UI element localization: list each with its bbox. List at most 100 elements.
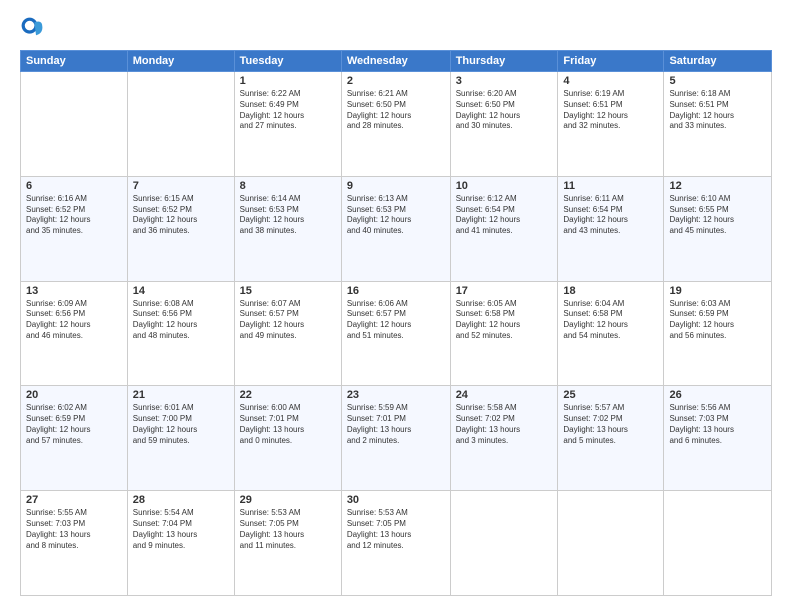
day-number: 9: [347, 180, 445, 192]
logo-icon: [20, 16, 44, 40]
day-number: 29: [240, 494, 336, 506]
calendar-cell: 27 Sunrise: 5:55 AM Sunset: 7:03 PM Dayli…: [21, 491, 128, 596]
calendar-cell: 21 Sunrise: 6:01 AM Sunset: 7:00 PM Dayli…: [127, 386, 234, 491]
day-number: 20: [26, 389, 122, 401]
calendar-cell: 7Sunrise: 6:15 AM Sunset: 6:52 PM Daylig…: [127, 176, 234, 281]
weekday-saturday: Saturday: [664, 51, 772, 72]
calendar-cell: 6 Sunrise: 6:16 AM Sunset: 6:52 PM Daylig…: [21, 176, 128, 281]
day-number: 1: [240, 75, 336, 87]
calendar-cell: 9 Sunrise: 6:13 AM Sunset: 6:53 PM Daylig…: [341, 176, 450, 281]
calendar-cell: 24 Sunrise: 5:58 AM Sunset: 7:02 PM Dayli…: [450, 386, 558, 491]
calendar-cell: 19Sunrise: 6:03 AM Sunset: 6:59 PM Dayli…: [664, 281, 772, 386]
cell-info: Sunrise: 5:55 AM Sunset: 7:03 PM Dayligh…: [26, 508, 122, 551]
day-number: 26: [669, 389, 766, 401]
cell-info: Sunrise: 6:04 AM Sunset: 6:58 PM Dayligh…: [563, 299, 658, 342]
calendar-cell: 29 Sunrise: 5:53 AM Sunset: 7:05 PM Dayli…: [234, 491, 341, 596]
calendar: SundayMondayTuesdayWednesdayThursdayFrid…: [20, 50, 772, 596]
calendar-cell: 12Sunrise: 6:10 AM Sunset: 6:55 PM Dayli…: [664, 176, 772, 281]
day-number: 17: [456, 285, 553, 297]
day-number: 12: [669, 180, 766, 192]
day-number: 10: [456, 180, 553, 192]
calendar-cell: 1 Sunrise: 6:22 AM Sunset: 6:49 PM Daylig…: [234, 72, 341, 177]
cell-info: Sunrise: 5:56 AM Sunset: 7:03 PM Dayligh…: [669, 403, 766, 446]
cell-info: Sunrise: 5:59 AM Sunset: 7:01 PM Dayligh…: [347, 403, 445, 446]
cell-info: Sunrise: 5:54 AM Sunset: 7:04 PM Dayligh…: [133, 508, 229, 551]
cell-info: Sunrise: 6:02 AM Sunset: 6:59 PM Dayligh…: [26, 403, 122, 446]
calendar-cell: 3 Sunrise: 6:20 AM Sunset: 6:50 PM Daylig…: [450, 72, 558, 177]
calendar-cell: 11Sunrise: 6:11 AM Sunset: 6:54 PM Dayli…: [558, 176, 664, 281]
weekday-header-row: SundayMondayTuesdayWednesdayThursdayFrid…: [21, 51, 772, 72]
day-number: 6: [26, 180, 122, 192]
calendar-cell: 18 Sunrise: 6:04 AM Sunset: 6:58 PM Dayli…: [558, 281, 664, 386]
cell-info: Sunrise: 6:08 AM Sunset: 6:56 PM Dayligh…: [133, 299, 229, 342]
weekday-sunday: Sunday: [21, 51, 128, 72]
day-number: 8: [240, 180, 336, 192]
day-number: 11: [563, 180, 658, 192]
cell-info: Sunrise: 6:09 AM Sunset: 6:56 PM Dayligh…: [26, 299, 122, 342]
day-number: 7: [133, 180, 229, 192]
week-row-1: 1 Sunrise: 6:22 AM Sunset: 6:49 PM Daylig…: [21, 72, 772, 177]
cell-info: Sunrise: 6:13 AM Sunset: 6:53 PM Dayligh…: [347, 194, 445, 237]
calendar-cell: 2 Sunrise: 6:21 AM Sunset: 6:50 PM Daylig…: [341, 72, 450, 177]
week-row-3: 13 Sunrise: 6:09 AM Sunset: 6:56 PM Dayli…: [21, 281, 772, 386]
calendar-cell: [450, 491, 558, 596]
day-number: 3: [456, 75, 553, 87]
calendar-cell: 25Sunrise: 5:57 AM Sunset: 7:02 PM Dayli…: [558, 386, 664, 491]
calendar-cell: 22 Sunrise: 6:00 AM Sunset: 7:01 PM Dayli…: [234, 386, 341, 491]
cell-info: Sunrise: 6:19 AM Sunset: 6:51 PM Dayligh…: [563, 89, 658, 132]
cell-info: Sunrise: 6:14 AM Sunset: 6:53 PM Dayligh…: [240, 194, 336, 237]
day-number: 28: [133, 494, 229, 506]
calendar-cell: [21, 72, 128, 177]
day-number: 15: [240, 285, 336, 297]
calendar-cell: 23 Sunrise: 5:59 AM Sunset: 7:01 PM Dayli…: [341, 386, 450, 491]
day-number: 19: [669, 285, 766, 297]
page: SundayMondayTuesdayWednesdayThursdayFrid…: [0, 0, 792, 612]
cell-info: Sunrise: 6:16 AM Sunset: 6:52 PM Dayligh…: [26, 194, 122, 237]
day-number: 16: [347, 285, 445, 297]
calendar-cell: 13 Sunrise: 6:09 AM Sunset: 6:56 PM Dayli…: [21, 281, 128, 386]
day-number: 2: [347, 75, 445, 87]
calendar-cell: 4 Sunrise: 6:19 AM Sunset: 6:51 PM Daylig…: [558, 72, 664, 177]
calendar-cell: 8 Sunrise: 6:14 AM Sunset: 6:53 PM Daylig…: [234, 176, 341, 281]
cell-info: Sunrise: 6:18 AM Sunset: 6:51 PM Dayligh…: [669, 89, 766, 132]
day-number: 21: [133, 389, 229, 401]
day-number: 24: [456, 389, 553, 401]
logo: [20, 16, 48, 40]
day-number: 18: [563, 285, 658, 297]
calendar-cell: [127, 72, 234, 177]
cell-info: Sunrise: 6:12 AM Sunset: 6:54 PM Dayligh…: [456, 194, 553, 237]
cell-info: Sunrise: 5:53 AM Sunset: 7:05 PM Dayligh…: [347, 508, 445, 551]
day-number: 22: [240, 389, 336, 401]
day-number: 27: [26, 494, 122, 506]
calendar-cell: 30 Sunrise: 5:53 AM Sunset: 7:05 PM Dayli…: [341, 491, 450, 596]
calendar-cell: [664, 491, 772, 596]
cell-info: Sunrise: 6:05 AM Sunset: 6:58 PM Dayligh…: [456, 299, 553, 342]
week-row-5: 27 Sunrise: 5:55 AM Sunset: 7:03 PM Dayli…: [21, 491, 772, 596]
day-number: 4: [563, 75, 658, 87]
cell-info: Sunrise: 5:58 AM Sunset: 7:02 PM Dayligh…: [456, 403, 553, 446]
day-number: 30: [347, 494, 445, 506]
calendar-cell: 20 Sunrise: 6:02 AM Sunset: 6:59 PM Dayli…: [21, 386, 128, 491]
cell-info: Sunrise: 5:53 AM Sunset: 7:05 PM Dayligh…: [240, 508, 336, 551]
calendar-cell: 10 Sunrise: 6:12 AM Sunset: 6:54 PM Dayli…: [450, 176, 558, 281]
calendar-cell: 28 Sunrise: 5:54 AM Sunset: 7:04 PM Dayli…: [127, 491, 234, 596]
cell-info: Sunrise: 6:06 AM Sunset: 6:57 PM Dayligh…: [347, 299, 445, 342]
calendar-cell: 14 Sunrise: 6:08 AM Sunset: 6:56 PM Dayli…: [127, 281, 234, 386]
calendar-cell: 5Sunrise: 6:18 AM Sunset: 6:51 PM Daylig…: [664, 72, 772, 177]
day-number: 14: [133, 285, 229, 297]
cell-info: Sunrise: 6:07 AM Sunset: 6:57 PM Dayligh…: [240, 299, 336, 342]
calendar-cell: [558, 491, 664, 596]
cell-info: Sunrise: 6:21 AM Sunset: 6:50 PM Dayligh…: [347, 89, 445, 132]
day-number: 13: [26, 285, 122, 297]
cell-info: Sunrise: 6:01 AM Sunset: 7:00 PM Dayligh…: [133, 403, 229, 446]
calendar-cell: 26 Sunrise: 5:56 AM Sunset: 7:03 PM Dayli…: [664, 386, 772, 491]
calendar-cell: 16 Sunrise: 6:06 AM Sunset: 6:57 PM Dayli…: [341, 281, 450, 386]
week-row-4: 20 Sunrise: 6:02 AM Sunset: 6:59 PM Dayli…: [21, 386, 772, 491]
weekday-wednesday: Wednesday: [341, 51, 450, 72]
cell-info: Sunrise: 6:00 AM Sunset: 7:01 PM Dayligh…: [240, 403, 336, 446]
day-number: 23: [347, 389, 445, 401]
header: [20, 16, 772, 40]
cell-info: Sunrise: 6:20 AM Sunset: 6:50 PM Dayligh…: [456, 89, 553, 132]
weekday-monday: Monday: [127, 51, 234, 72]
cell-info: Sunrise: 6:22 AM Sunset: 6:49 PM Dayligh…: [240, 89, 336, 132]
